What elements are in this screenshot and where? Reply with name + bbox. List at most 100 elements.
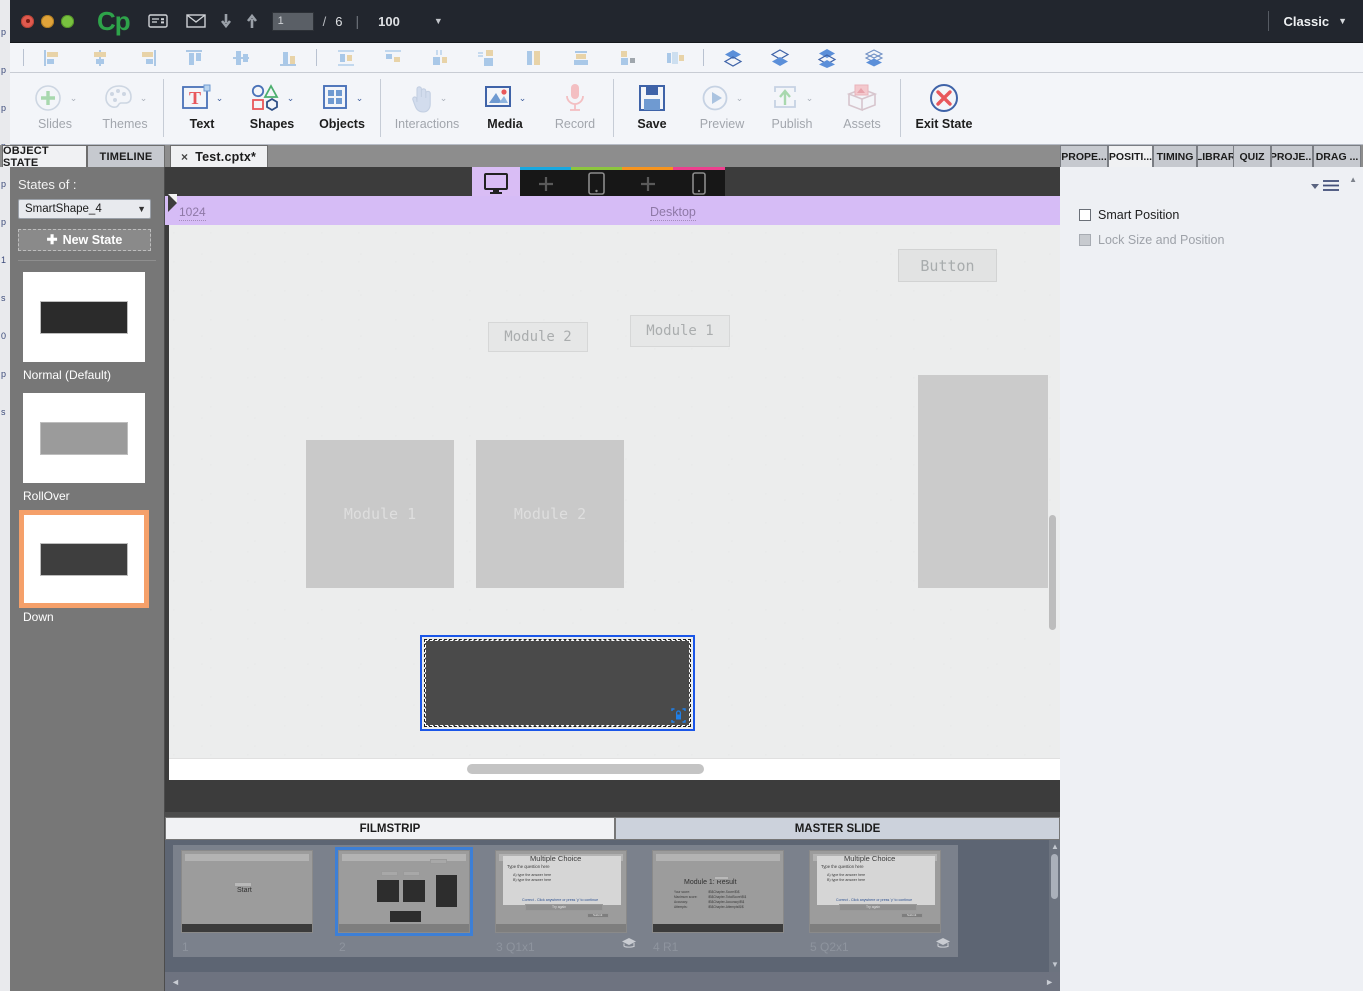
panel-scroll-up-icon[interactable]: ▲ [1349,175,1357,184]
tab-timing[interactable]: TIMING [1153,145,1197,167]
ribbon-slides-button[interactable]: ⌄ Slides [20,73,90,145]
filmstrip-nav-left-icon[interactable]: ◄ [171,977,180,987]
ribbon-media-button[interactable]: ⌄ Media [470,73,540,145]
tab-project[interactable]: PROJE... [1271,145,1313,167]
document-tab-test-cptx[interactable]: × Test.cptx* [170,145,268,167]
workspace-dropdown-caret-icon[interactable]: ▼ [1338,16,1347,26]
move-up-icon[interactable] [246,13,258,29]
ungroup-objects-button[interactable] [604,43,651,73]
tab-drag-and-drop[interactable]: DRAG ... [1313,145,1361,167]
chevron-down-icon[interactable]: ⌄ [140,93,148,104]
chevron-down-icon[interactable]: ⌄ [519,93,527,104]
ribbon-publish-button[interactable]: ⌄ Publish [757,73,827,145]
ribbon-save-button[interactable]: Save [617,73,687,145]
chevron-down-icon[interactable]: ⌄ [356,93,364,104]
smart-position-option[interactable]: Smart Position [1079,208,1179,222]
close-icon[interactable]: × [181,150,188,164]
ribbon-preview-button[interactable]: ⌄ Preview [687,73,757,145]
filmstrip-slide-3[interactable]: Multiple Choice Type the question here A… [487,845,644,957]
canvas-horizontal-scroll-thumb[interactable] [467,764,704,774]
canvas-box-module1[interactable]: Module 1 [306,440,454,588]
tab-master-slide[interactable]: MASTER SLIDE [615,817,1060,840]
bring-forward-button[interactable] [756,43,803,73]
filmstrip-slide-5[interactable]: Multiple Choice Type the question here A… [801,845,958,957]
close-window-button[interactable] [21,14,34,28]
resize-same-width-button[interactable] [416,43,463,73]
tab-object-state[interactable]: OBJECT STATE [2,145,87,169]
align-right-button[interactable] [123,43,170,73]
breakpoint-width-label[interactable]: 1024 [179,205,206,221]
canvas-horizontal-scrollbar[interactable] [169,758,1060,780]
canvas-smartshape-4-selected[interactable] [420,635,695,731]
state-card-rollover[interactable]: RollOver [23,393,164,503]
tab-quiz[interactable]: QUIZ [1233,145,1271,167]
bring-to-front-button[interactable] [709,43,756,73]
scroll-up-icon[interactable]: ▲ [1051,842,1059,851]
align-middle-button[interactable] [217,43,264,73]
state-thumbnail[interactable] [23,393,145,483]
tab-position[interactable]: POSITI... [1108,145,1153,167]
breakpoint-name-label[interactable]: Desktop [650,205,696,221]
minimize-window-button[interactable] [41,14,54,28]
filmstrip-nav-right-icon[interactable]: ► [1045,977,1054,987]
align-bottom-button[interactable] [264,43,311,73]
distribute-horizontally-button[interactable] [322,43,369,73]
tab-properties[interactable]: PROPE... [1060,145,1108,167]
ribbon-themes-button[interactable]: ⌄ Themes [90,73,160,145]
maximize-window-button[interactable] [61,14,74,28]
send-to-back-button[interactable] [850,43,897,73]
chevron-down-icon[interactable]: ⌄ [440,93,448,104]
ribbon-text-button[interactable]: T ⌄ Text [167,73,237,145]
chevron-down-icon[interactable]: ⌄ [287,93,295,104]
state-card-down[interactable]: Down [19,510,164,624]
tab-timeline[interactable]: TIMELINE [87,145,165,167]
state-thumbnail[interactable] [23,272,145,362]
ribbon-exit-state-button[interactable]: Exit State [904,73,984,145]
filmstrip-panel[interactable]: Start 1 2 Multiple Choice Type the quest… [165,840,1060,991]
ribbon-record-button[interactable]: Record [540,73,610,145]
send-backward-button[interactable] [803,43,850,73]
zoom-dropdown-caret-icon[interactable]: ▼ [434,16,443,26]
align-center-button[interactable] [76,43,123,73]
smart-position-checkbox[interactable] [1079,209,1091,221]
resize-same-height-button[interactable] [463,43,510,73]
canvas-smartshape-4[interactable] [424,639,691,727]
chevron-down-icon[interactable]: ⌄ [736,93,744,104]
slide-number-input[interactable]: 1 [271,11,314,31]
filmstrip-slide-4[interactable]: Module 1: Result Your score: \$\$Chapter… [644,845,801,957]
scroll-down-icon[interactable]: ▼ [1051,960,1059,969]
align-to-slide-button[interactable] [651,43,698,73]
mail-icon[interactable] [185,14,206,28]
canvas-box-blank[interactable] [918,375,1048,588]
align-left-button[interactable] [29,43,76,73]
filmstrip-slide-2[interactable]: 2 [330,845,487,957]
window-controls[interactable] [10,14,74,28]
slide-stage[interactable]: Button Module 2 Module 1 Module 1 Module… [169,225,1060,758]
breakpoint-bar[interactable] [165,196,1060,225]
canvas-box-module2[interactable]: Module 2 [476,440,624,588]
presentation-icon[interactable] [147,13,168,29]
state-card-normal[interactable]: Normal (Default) [23,272,164,382]
resize-same-size-button[interactable] [510,43,557,73]
group-objects-button[interactable] [557,43,604,73]
tab-filmstrip[interactable]: FILMSTRIP [165,817,615,840]
chevron-down-icon[interactable]: ⌄ [216,93,224,104]
ribbon-interactions-button[interactable]: ⌄ Interactions [384,73,470,145]
canvas-vertical-scrollbar[interactable] [1049,225,1058,758]
filmstrip-slide-1[interactable]: Start 1 [173,845,330,957]
chevron-down-icon[interactable]: ⌄ [806,93,814,104]
state-object-dropdown[interactable]: SmartShape_4 ▼ [18,199,151,219]
canvas-button-shape[interactable]: Button [898,249,997,282]
filmstrip-scroll-thumb[interactable] [1051,854,1058,899]
lock-icon[interactable] [671,708,686,723]
canvas-label-module1[interactable]: Module 1 [630,315,730,347]
canvas-vertical-scroll-thumb[interactable] [1049,515,1056,630]
distribute-vertically-button[interactable] [369,43,416,73]
ribbon-objects-button[interactable]: ⌄ Objects [307,73,377,145]
align-top-button[interactable] [170,43,217,73]
state-thumbnail-selected[interactable] [19,510,149,608]
move-down-icon[interactable] [220,13,232,29]
chevron-down-icon[interactable]: ⌄ [70,93,78,104]
filmstrip-vertical-scrollbar[interactable]: ▲ ▼ [1049,840,1060,991]
new-state-button[interactable]: ✚ New State [18,229,151,251]
